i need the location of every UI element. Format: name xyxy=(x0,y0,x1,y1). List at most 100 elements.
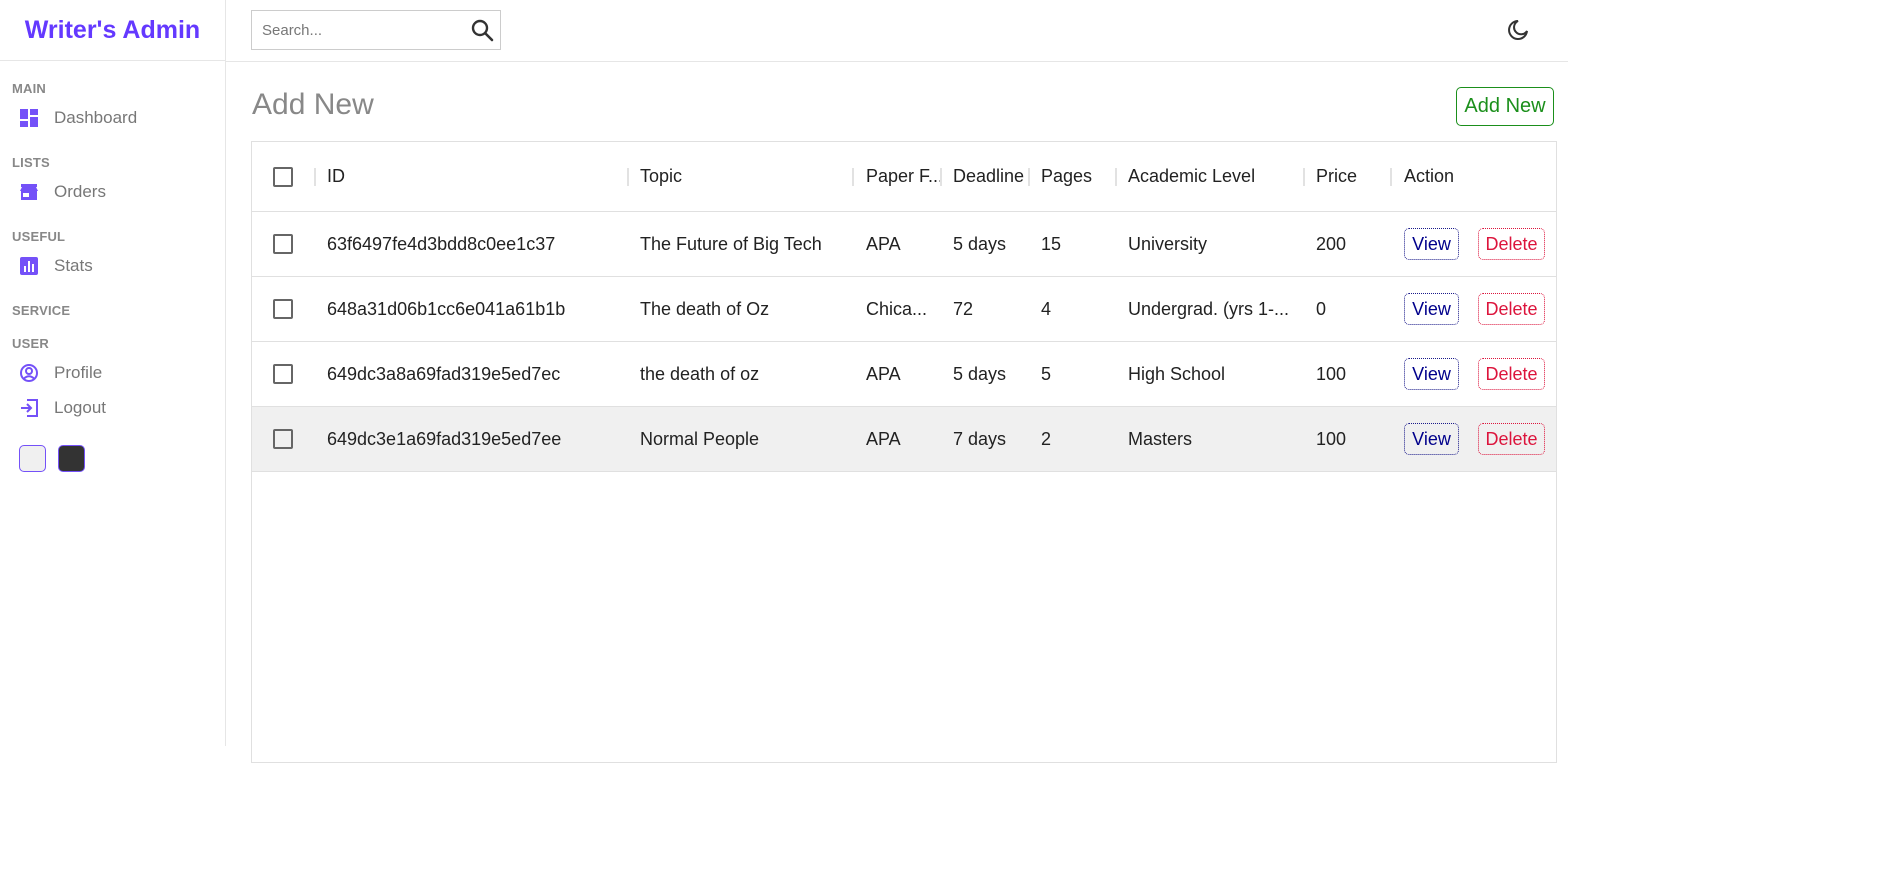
view-button[interactable]: View xyxy=(1404,293,1459,325)
view-button[interactable]: View xyxy=(1404,423,1459,455)
cell-id: 649dc3a8a69fad319e5ed7ec xyxy=(327,363,561,384)
delete-button[interactable]: Delete xyxy=(1478,423,1545,455)
logout-icon xyxy=(20,398,38,417)
sidebar-item-profile[interactable]: Profile xyxy=(0,355,225,390)
cell-id: 648a31d06b1cc6e041a61b1b xyxy=(327,298,566,319)
sidebar-item-label: Profile xyxy=(54,362,103,382)
cell-id: 649dc3e1a69fad319e5ed7ee xyxy=(327,428,562,449)
column-separator[interactable] xyxy=(940,168,942,186)
cell-paper-format: APA xyxy=(866,233,901,254)
delete-button[interactable]: Delete xyxy=(1478,358,1545,390)
cell-deadline: 5 days xyxy=(953,363,1007,384)
column-header-paper-format[interactable]: Paper F... xyxy=(866,142,942,211)
table-row[interactable]: 63f6497fe4d3bdd8c0ee1c37 The Future of B… xyxy=(252,212,1556,277)
cell-pages: 5 xyxy=(1041,363,1052,384)
logo[interactable]: Writer's Admin xyxy=(0,0,225,61)
row-checkbox[interactable] xyxy=(273,364,293,384)
sidebar: Writer's Admin MAIN Dashboard LISTS Orde… xyxy=(0,0,226,746)
row-checkbox[interactable] xyxy=(273,234,293,254)
cell-academic-level: Masters xyxy=(1128,428,1193,449)
section-title-service: SERVICE xyxy=(12,303,71,318)
cell-paper-format: APA xyxy=(866,428,901,449)
column-header-academic-level[interactable]: Academic Level xyxy=(1128,142,1298,211)
cell-deadline: 72 xyxy=(953,298,974,319)
cell-topic: The death of Oz xyxy=(640,298,770,319)
sidebar-item-logout[interactable]: Logout xyxy=(0,390,225,425)
cell-academic-level: University xyxy=(1128,233,1208,254)
delete-button[interactable]: Delete xyxy=(1478,293,1545,325)
search-icon[interactable] xyxy=(470,18,494,42)
cell-pages: 2 xyxy=(1041,428,1052,449)
section-title-useful: USEFUL xyxy=(12,229,66,244)
stats-icon xyxy=(20,256,38,275)
view-button[interactable]: View xyxy=(1404,228,1459,260)
cell-deadline: 5 days xyxy=(953,233,1007,254)
app-title[interactable]: Writer's Admin xyxy=(25,16,200,45)
sidebar-item-label: Logout xyxy=(54,397,106,417)
cell-pages: 4 xyxy=(1041,298,1052,319)
column-separator[interactable] xyxy=(1390,168,1392,186)
search-box xyxy=(251,10,501,50)
sidebar-item-orders[interactable]: Orders xyxy=(0,174,225,209)
column-separator[interactable] xyxy=(852,168,854,186)
column-separator[interactable] xyxy=(314,168,316,186)
sidebar-item-label: Orders xyxy=(54,181,106,201)
top-navbar xyxy=(226,0,1568,62)
cell-id: 63f6497fe4d3bdd8c0ee1c37 xyxy=(327,233,556,254)
cell-pages: 15 xyxy=(1041,233,1062,254)
cell-price: 0 xyxy=(1316,298,1327,319)
cell-price: 100 xyxy=(1316,428,1347,449)
column-separator[interactable] xyxy=(1028,168,1030,186)
dark-theme-swatch[interactable] xyxy=(58,445,85,472)
cell-price: 100 xyxy=(1316,363,1347,384)
select-all-cell xyxy=(273,142,297,211)
section-title-user: USER xyxy=(12,336,49,351)
table-row[interactable]: 648a31d06b1cc6e041a61b1b The death of Oz… xyxy=(252,277,1556,342)
cell-deadline: 7 days xyxy=(953,428,1007,449)
row-checkbox[interactable] xyxy=(273,299,293,319)
row-select-cell xyxy=(273,212,297,276)
column-header-id[interactable]: ID xyxy=(327,142,617,211)
search-input[interactable] xyxy=(260,20,464,40)
store-icon xyxy=(20,183,38,201)
column-separator[interactable] xyxy=(1303,168,1305,186)
row-checkbox[interactable] xyxy=(273,429,293,449)
table-row[interactable]: 649dc3e1a69fad319e5ed7ee Normal People A… xyxy=(252,407,1556,472)
select-all-checkbox[interactable] xyxy=(273,166,293,187)
dashboard-icon xyxy=(20,108,38,127)
row-select-cell xyxy=(273,342,297,406)
column-header-deadline[interactable]: Deadline xyxy=(953,142,1029,211)
column-separator[interactable] xyxy=(627,168,629,186)
sidebar-item-label: Dashboard xyxy=(54,107,138,127)
cell-price: 200 xyxy=(1316,233,1347,254)
cell-academic-level: Undergrad. (yrs 1-... xyxy=(1128,298,1290,319)
column-header-price[interactable]: Price xyxy=(1316,142,1386,211)
sidebar-item-label: Stats xyxy=(54,255,93,275)
delete-button[interactable]: Delete xyxy=(1478,228,1545,260)
cell-topic: The Future of Big Tech xyxy=(640,233,822,254)
table-header-row: ID Topic Paper F... Deadline Pages Acade… xyxy=(252,142,1556,212)
view-button[interactable]: View xyxy=(1404,358,1459,390)
cell-topic: the death of oz xyxy=(640,363,760,384)
row-select-cell xyxy=(273,277,297,341)
table-row[interactable]: 649dc3a8a69fad319e5ed7ec the death of oz… xyxy=(252,342,1556,407)
column-header-pages[interactable]: Pages xyxy=(1041,142,1111,211)
theme-swatches xyxy=(19,445,225,472)
orders-table: ID Topic Paper F... Deadline Pages Acade… xyxy=(251,141,1557,763)
profile-icon xyxy=(20,363,38,382)
add-new-button[interactable]: Add New xyxy=(1456,87,1554,126)
section-title-lists: LISTS xyxy=(12,155,50,170)
light-theme-swatch[interactable] xyxy=(19,445,46,472)
section-title-main: MAIN xyxy=(12,81,47,96)
column-separator[interactable] xyxy=(1115,168,1117,186)
cell-paper-format: APA xyxy=(866,363,901,384)
column-header-topic[interactable]: Topic xyxy=(640,142,850,211)
sidebar-item-dashboard[interactable]: Dashboard xyxy=(0,100,225,135)
page-title: Add New xyxy=(252,88,374,121)
sidebar-item-stats[interactable]: Stats xyxy=(0,248,225,283)
cell-topic: Normal People xyxy=(640,428,760,449)
column-header-action: Action xyxy=(1404,166,1455,186)
cell-academic-level: High School xyxy=(1128,363,1226,384)
dark-mode-icon[interactable] xyxy=(1506,18,1530,42)
cell-paper-format: Chica... xyxy=(866,298,928,319)
